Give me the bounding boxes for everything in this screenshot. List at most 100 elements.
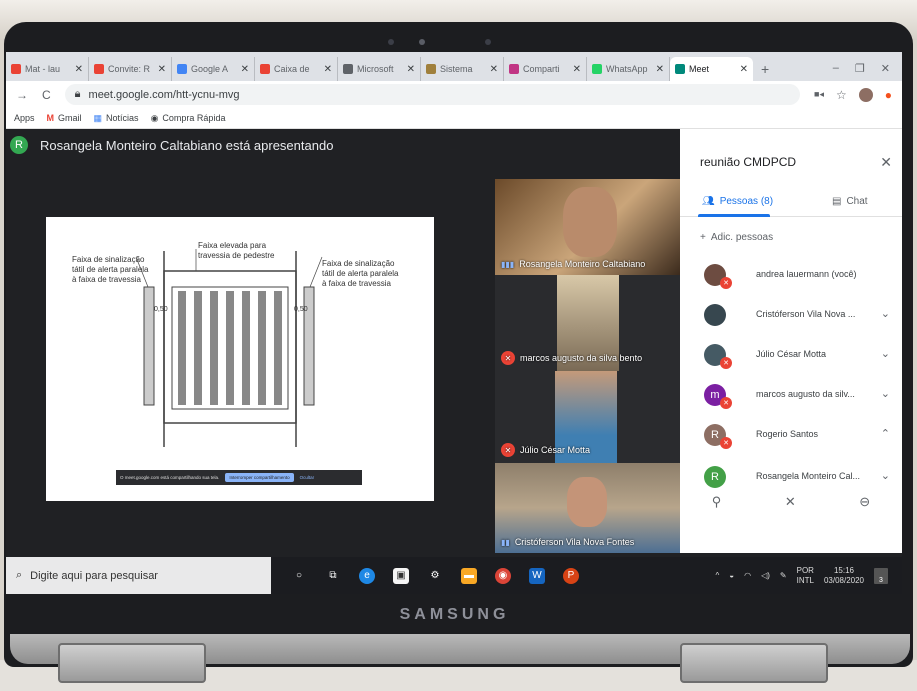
participant-row[interactable]: Cristóferson Vila Nova ... ⌄ — [680, 295, 902, 335]
close-tab-icon[interactable]: ✕ — [75, 64, 83, 75]
globe-icon: ◉ — [150, 112, 159, 123]
store-icon[interactable]: ▣ — [393, 567, 409, 584]
video-tile[interactable]: ✕ Júlio César Motta — [495, 371, 680, 463]
chevron-down-icon[interactable]: ⌄ — [881, 469, 890, 482]
speaking-icon: ▮▮ — [501, 537, 510, 547]
reload-icon[interactable]: C — [42, 88, 51, 102]
browser-tab[interactable]: Microsoft ✕ — [338, 57, 421, 81]
tab-chat[interactable]: ▤ Chat — [832, 196, 868, 207]
pen-icon[interactable]: ✎ — [780, 571, 787, 580]
participant-row[interactable]: m ✕ marcos augusto da silv... ⌄ — [680, 375, 902, 415]
profile-avatar[interactable] — [858, 87, 873, 102]
dimension-left: 0,50 — [154, 306, 168, 313]
back-icon[interactable]: → — [16, 88, 28, 102]
close-window-icon[interactable]: ✕ — [881, 62, 890, 75]
address-bar[interactable]: 🔒︎ meet.google.com/htt-ycnu-mvg — [64, 84, 801, 105]
bookmark-apps[interactable]: Apps — [14, 113, 35, 123]
minimize-icon[interactable]: – — [833, 62, 839, 75]
video-tile[interactable]: ✕ marcos augusto da silva bento — [495, 275, 680, 371]
bookmark-compra-rapida[interactable]: ◉ Compra Rápida — [151, 113, 226, 124]
network-icon[interactable]: ◒ — [729, 571, 734, 580]
mic-off-icon: ✕ — [501, 351, 515, 365]
close-tab-icon[interactable]: ✕ — [573, 64, 581, 75]
participant-actions: ⚲ ✕ ⊖ — [680, 487, 902, 517]
video-tile[interactable]: ▮▮ Cristóferson Vila Nova Fontes — [495, 463, 680, 553]
sensor-icon — [485, 39, 491, 45]
taskbar-search[interactable]: ⌕ Digite aqui para pesquisar — [6, 557, 271, 594]
participant-row[interactable]: ✕ Júlio César Motta ⌄ — [680, 335, 902, 375]
chevron-down-icon[interactable]: ⌄ — [881, 387, 890, 400]
extension-icon[interactable]: ● — [885, 88, 892, 102]
browser-tab[interactable]: Google A ✕ — [172, 57, 255, 81]
edge-icon[interactable]: e — [359, 567, 375, 584]
notification-icon[interactable]: 3 — [874, 567, 888, 584]
participant-name: marcos augusto da silv... — [756, 389, 855, 399]
camera-lens-icon — [419, 39, 425, 45]
panel-tabs: 👥︎ Pessoas (8) ▤ Chat — [680, 187, 902, 217]
share-notice-text: O meet.google.com está compartilhando su… — [120, 475, 220, 480]
tab-people[interactable]: 👥︎ Pessoas (8) — [702, 196, 773, 207]
camera-permission-icon[interactable]: ■◂ — [814, 89, 824, 100]
close-tab-icon[interactable]: ✕ — [656, 64, 664, 75]
cortana-icon[interactable]: ○ — [291, 568, 307, 584]
label-right: Faixa de sinalização tátil de alerta par… — [322, 259, 399, 288]
stop-sharing-button[interactable]: Interromper compartilhamento — [225, 473, 294, 482]
mute-participant-icon[interactable]: ✕ — [785, 494, 796, 510]
clock[interactable]: 15:16 03/08/2020 — [824, 566, 864, 586]
close-tab-icon[interactable]: ✕ — [407, 64, 415, 75]
globe-icon — [343, 64, 353, 74]
participant-name: andrea lauermann (você) — [756, 269, 857, 279]
new-tab-button[interactable]: + — [753, 61, 779, 81]
language-indicator[interactable]: POR INTL — [797, 566, 814, 586]
word-icon[interactable]: W — [529, 567, 545, 584]
pin-icon[interactable]: ⚲ — [712, 494, 722, 510]
close-panel-icon[interactable]: ✕ — [880, 154, 892, 171]
browser-tab[interactable]: Comparti ✕ — [504, 57, 587, 81]
participant-row[interactable]: R ✕ Rogerio Santos ⌃ — [680, 415, 902, 455]
restore-icon[interactable]: ❐ — [855, 62, 865, 75]
close-tab-icon[interactable]: ✕ — [324, 64, 332, 75]
browser-tab[interactable]: Convite: R ✕ — [89, 57, 172, 81]
chat-icon: ▤ — [832, 196, 842, 207]
settings-icon[interactable]: ⚙ — [427, 568, 443, 584]
system-tray: ^ ◒ ◠ ◁) ✎ POR INTL 15:16 03/08/2020 3 — [715, 566, 902, 586]
participant-name: Rogerio Santos — [756, 429, 819, 439]
bookmark-gmail[interactable]: M Gmail — [47, 113, 82, 123]
close-tab-icon[interactable]: ✕ — [158, 64, 166, 75]
remove-participant-icon[interactable]: ⊖ — [859, 494, 870, 510]
browser-tab[interactable]: WhatsApp ✕ — [587, 57, 670, 81]
presenter-banner: R Rosangela Monteiro Caltabiano está apr… — [6, 129, 333, 161]
chrome-icon[interactable]: ◉ — [495, 567, 511, 584]
tray-expand-icon[interactable]: ^ — [715, 571, 719, 580]
bookmark-noticias[interactable]: ▦ Notícias — [94, 113, 139, 124]
tab-label: Mat - lau — [25, 64, 61, 74]
hide-button[interactable]: Ocultar — [300, 475, 315, 480]
mic-off-icon: ✕ — [501, 443, 515, 457]
task-view-icon[interactable]: ⧉ — [325, 568, 341, 584]
participant-face — [567, 477, 607, 527]
browser-tab[interactable]: Sistema ✕ — [421, 57, 504, 81]
browser-tab[interactable]: Mat - lau ✕ — [6, 57, 89, 81]
url-text: meet.google.com/htt-ycnu-mvg — [88, 88, 240, 101]
add-people-button[interactable]: + Adic. pessoas — [700, 232, 773, 243]
chevron-down-icon[interactable]: ⌄ — [881, 307, 890, 320]
speaking-icon: ▮▮▮ — [501, 259, 515, 269]
mic-off-icon: ✕ — [720, 437, 732, 449]
close-tab-icon[interactable]: ✕ — [740, 64, 748, 75]
video-tile[interactable]: ▮▮▮ Rosangela Monteiro Caltabiano — [495, 179, 680, 275]
bookmarks-bar: Apps M Gmail ▦ Notícias ◉ Compra Rápida — [6, 108, 902, 129]
participant-row[interactable]: ✕ andrea lauermann (você) — [680, 255, 902, 295]
chevron-up-icon[interactable]: ⌃ — [881, 427, 890, 440]
wifi-icon[interactable]: ◠ — [744, 571, 751, 580]
powerpoint-icon[interactable]: P — [563, 567, 579, 584]
chevron-down-icon[interactable]: ⌄ — [881, 347, 890, 360]
browser-tab[interactable]: Caixa de ✕ — [255, 57, 338, 81]
star-icon[interactable]: ☆ — [836, 88, 847, 102]
close-tab-icon[interactable]: ✕ — [490, 64, 498, 75]
close-tab-icon[interactable]: ✕ — [241, 64, 249, 75]
gmail-icon — [94, 64, 104, 74]
volume-icon[interactable]: ◁) — [761, 571, 770, 580]
mic-off-icon: ✕ — [720, 397, 732, 409]
file-explorer-icon[interactable]: ▬ — [461, 567, 477, 584]
browser-tab[interactable]: Meet ✕ — [670, 57, 753, 81]
